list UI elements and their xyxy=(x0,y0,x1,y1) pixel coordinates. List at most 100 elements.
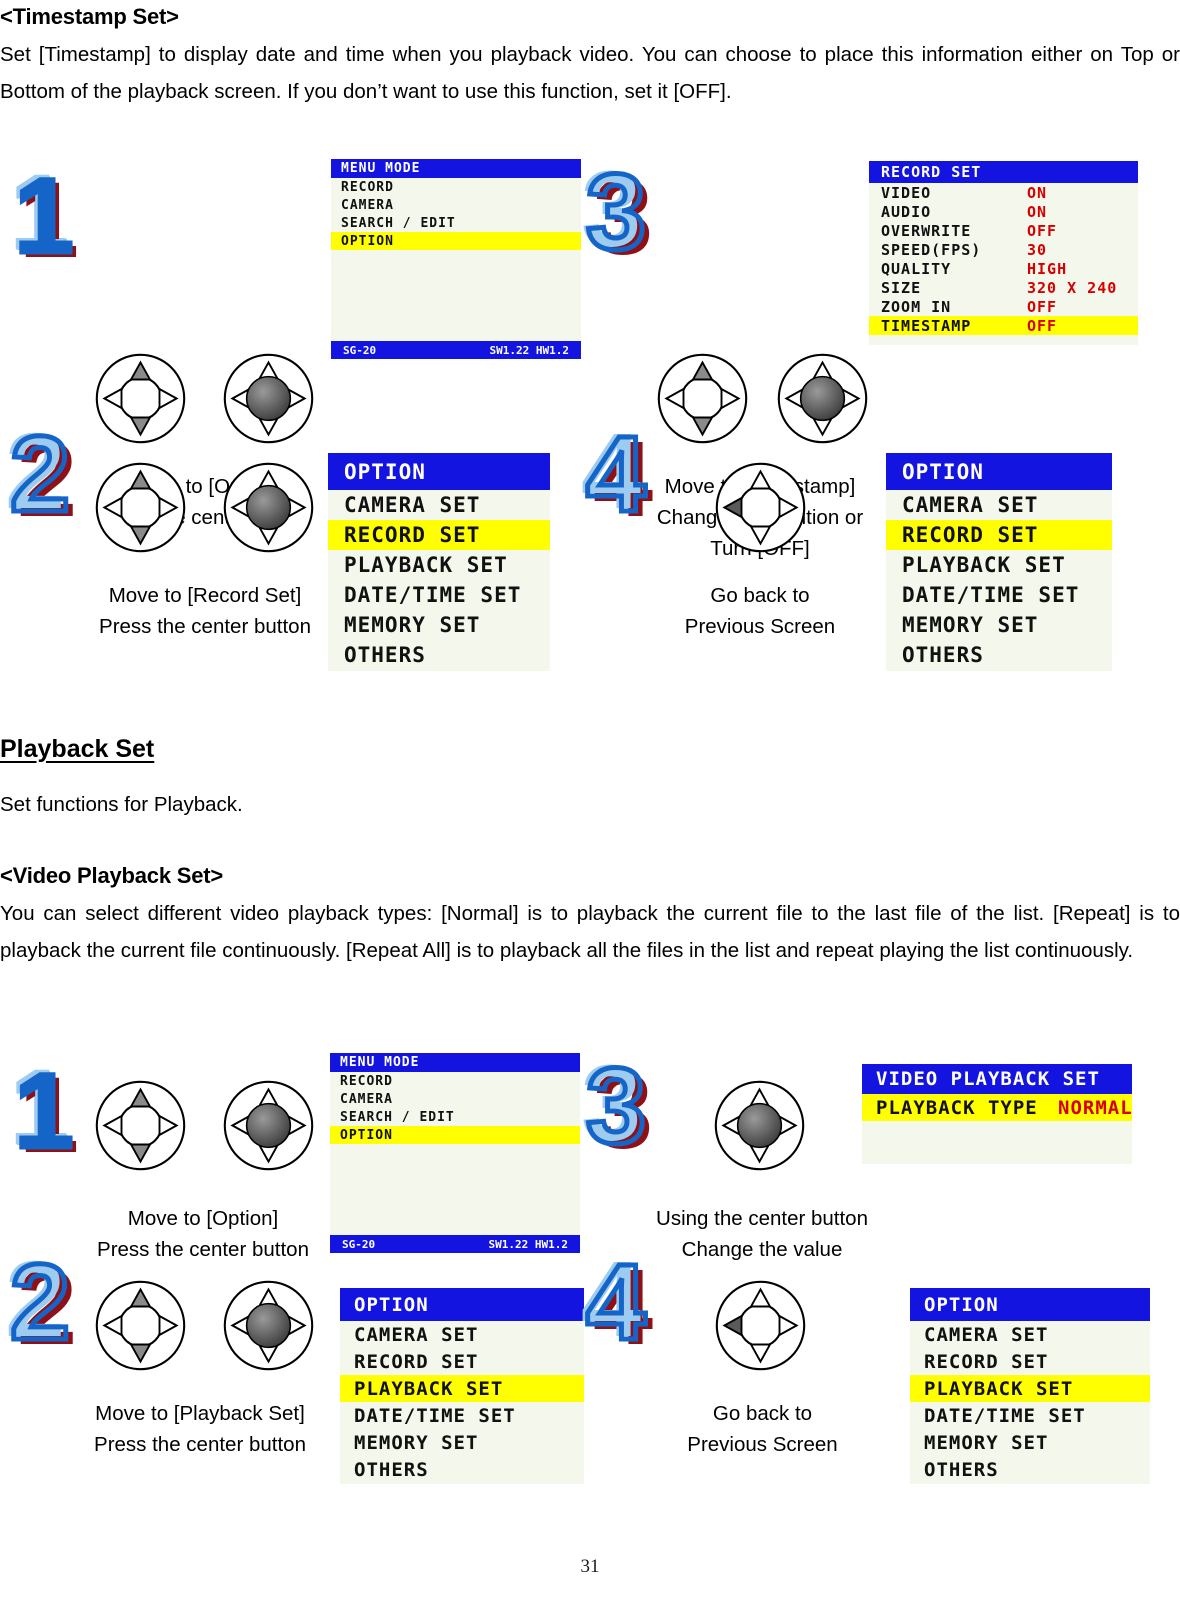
lcd-item-others: OTHERS xyxy=(344,643,426,667)
lcd-title: VIDEO PLAYBACK SET xyxy=(862,1064,1132,1094)
step-number-1: 1 xyxy=(12,1050,75,1171)
lcd-footer-model: SG-20 xyxy=(343,343,377,357)
step-4-caption: Go back to Previous Screen xyxy=(620,1398,905,1460)
lcd-item-others: OTHERS xyxy=(354,1458,429,1481)
lcd-item-camera: CAMERA xyxy=(341,197,394,213)
lcd-item-memory-set: MEMORY SET xyxy=(902,613,1039,637)
lcd-item-memory-set: MEMORY SET xyxy=(344,613,481,637)
video-playback-set-heading: <Video Playback Set> xyxy=(0,863,224,888)
lcd-title: OPTION xyxy=(910,1288,1150,1321)
dpad-center-pressed-icon xyxy=(223,353,314,444)
timestamp-set-paragraph: Set [Timestamp] to display date and time… xyxy=(0,43,1180,103)
lcd-row-value: OFF xyxy=(1027,316,1058,335)
lcd-title: OPTION xyxy=(340,1288,584,1321)
lcd-option-screen-1: OPTION CAMERA SET RECORD SET PLAYBACK SE… xyxy=(328,453,550,671)
dpad-icon xyxy=(657,353,748,444)
lcd-item-record-set: RECORD SET xyxy=(886,520,1112,550)
lcd-item-search-edit: SEARCH / EDIT xyxy=(341,215,456,231)
lcd-title: RECORD SET xyxy=(869,161,1138,183)
lcd-footer-version: SW1.22 HW1.2 xyxy=(488,1237,568,1251)
lcd-video-playback-set-screen: VIDEO PLAYBACK SET PLAYBACK TYPE NORMAL xyxy=(862,1064,1132,1164)
step-3-caption-line1: Using the center button xyxy=(656,1207,868,1230)
step-number-2: 2 xyxy=(7,413,72,534)
playback-set-section-text: Playback Set Set functions for Playback.… xyxy=(0,735,1180,969)
lcd-item-date-time-set: DATE/TIME SET xyxy=(902,583,1080,607)
lcd-row-video: VIDEO ON xyxy=(869,183,1138,202)
step-number-3: 3 xyxy=(583,1045,648,1166)
lcd-option-screen-3: OPTION CAMERA SET RECORD SET PLAYBACK SE… xyxy=(340,1288,584,1484)
lcd-row-value: 320 X 240 xyxy=(1027,278,1118,297)
lcd-item-record-set: RECORD SET xyxy=(328,520,550,550)
step-number-2: 2 xyxy=(7,1241,72,1362)
lcd-row-zoom-in: ZOOM IN OFF xyxy=(869,297,1138,316)
lcd-item-camera-set: CAMERA SET xyxy=(902,493,1039,517)
step-number-4: 4 xyxy=(583,1241,648,1362)
step-4-caption-line1: Go back to xyxy=(712,1402,813,1425)
lcd-item-playback-set: PLAYBACK SET xyxy=(344,553,508,577)
lcd-row-playback-type: PLAYBACK TYPE NORMAL xyxy=(862,1094,1132,1121)
step-2-caption: Move to [Record Set] Press the center bu… xyxy=(55,580,355,642)
lcd-row-label: VIDEO xyxy=(881,183,932,202)
dpad-center-pressed-icon xyxy=(223,1080,314,1171)
lcd-row-value: ON xyxy=(1027,183,1048,202)
step-2-caption: Move to [Playback Set] Press the center … xyxy=(45,1398,355,1460)
lcd-row-label: OVERWRITE xyxy=(881,221,972,240)
dpad-icon xyxy=(95,1080,186,1171)
step-1-caption-line1: Move to [Option] xyxy=(127,1207,279,1230)
step-2-caption-line2: Press the center button xyxy=(94,1433,306,1456)
lcd-item-record-set: RECORD SET xyxy=(354,1350,479,1373)
lcd-row-label: SPEED(FPS) xyxy=(881,240,982,259)
lcd-row-value: NORMAL xyxy=(1058,1096,1132,1119)
lcd-row-label: ZOOM IN xyxy=(881,297,952,316)
lcd-row-value: ON xyxy=(1027,202,1048,221)
lcd-item-camera-set: CAMERA SET xyxy=(354,1323,479,1346)
step-3-caption-line2: Change the value xyxy=(681,1238,843,1261)
playback-set-intro: Set functions for Playback. xyxy=(0,793,243,816)
lcd-title: OPTION xyxy=(328,453,550,490)
lcd-item-camera-set: CAMERA SET xyxy=(344,493,481,517)
dpad-icon xyxy=(95,1280,186,1371)
lcd-row-label: QUALITY xyxy=(881,259,952,278)
lcd-row-value: OFF xyxy=(1027,297,1058,316)
lcd-item-camera-set: CAMERA SET xyxy=(924,1323,1049,1346)
lcd-item-memory-set: MEMORY SET xyxy=(354,1431,479,1454)
lcd-row-label: AUDIO xyxy=(881,202,932,221)
lcd-title: MENU MODE xyxy=(330,1053,580,1072)
dpad-center-pressed-icon xyxy=(223,1280,314,1371)
lcd-item-date-time-set: DATE/TIME SET xyxy=(344,583,522,607)
step-4-caption-line2: Previous Screen xyxy=(684,615,836,638)
lcd-row-size: SIZE 320 X 240 xyxy=(869,278,1138,297)
lcd-item-others: OTHERS xyxy=(924,1458,999,1481)
step-4-caption: Go back to Previous Screen xyxy=(620,580,900,642)
step-1-caption-line2: Press the center button xyxy=(97,1238,309,1261)
timestamp-set-heading: <Timestamp Set> xyxy=(0,4,179,29)
timestamp-set-step-figure: 1 Move to [Option] Press the center butt… xyxy=(0,148,1180,678)
lcd-option-screen-2: OPTION CAMERA SET RECORD SET PLAYBACK SE… xyxy=(886,453,1112,671)
lcd-row-value: 30 xyxy=(1027,240,1048,259)
lcd-footer-version: SW1.22 HW1.2 xyxy=(489,343,569,357)
step-2-caption-line1: Move to [Record Set] xyxy=(108,584,302,607)
dpad-left-pressed-icon xyxy=(715,1280,806,1371)
page-number: 31 xyxy=(580,1556,600,1577)
lcd-title: OPTION xyxy=(886,453,1112,490)
lcd-item-record: RECORD xyxy=(341,179,394,195)
lcd-item-record-set: RECORD SET xyxy=(924,1350,1049,1373)
lcd-item-option: OPTION xyxy=(331,232,581,250)
lcd-row-overwrite: OVERWRITE OFF xyxy=(869,221,1138,240)
lcd-footer: SG-20 SW1.22 HW1.2 xyxy=(331,341,581,359)
lcd-item-playback-set: PLAYBACK SET xyxy=(340,1375,584,1402)
playback-set-heading: Playback Set xyxy=(0,735,155,763)
lcd-item-others: OTHERS xyxy=(902,643,984,667)
lcd-item-date-time-set: DATE/TIME SET xyxy=(924,1404,1086,1427)
step-number-3: 3 xyxy=(583,151,648,272)
dpad-icon xyxy=(95,353,186,444)
lcd-row-audio: AUDIO ON xyxy=(869,202,1138,221)
lcd-item-camera: CAMERA xyxy=(340,1091,393,1107)
step-1-caption: Move to [Option] Press the center button xyxy=(58,1203,348,1265)
dpad-center-pressed-icon xyxy=(777,353,868,444)
step-4-caption-line2: Previous Screen xyxy=(687,1433,838,1456)
lcd-option-screen-4: OPTION CAMERA SET RECORD SET PLAYBACK SE… xyxy=(910,1288,1150,1484)
lcd-row-value: HIGH xyxy=(1027,259,1068,278)
step-2-caption-line1: Move to [Playback Set] xyxy=(95,1402,305,1425)
video-playback-set-step-figure: 1 Move to [Option] Press the center butt… xyxy=(0,1040,1180,1484)
